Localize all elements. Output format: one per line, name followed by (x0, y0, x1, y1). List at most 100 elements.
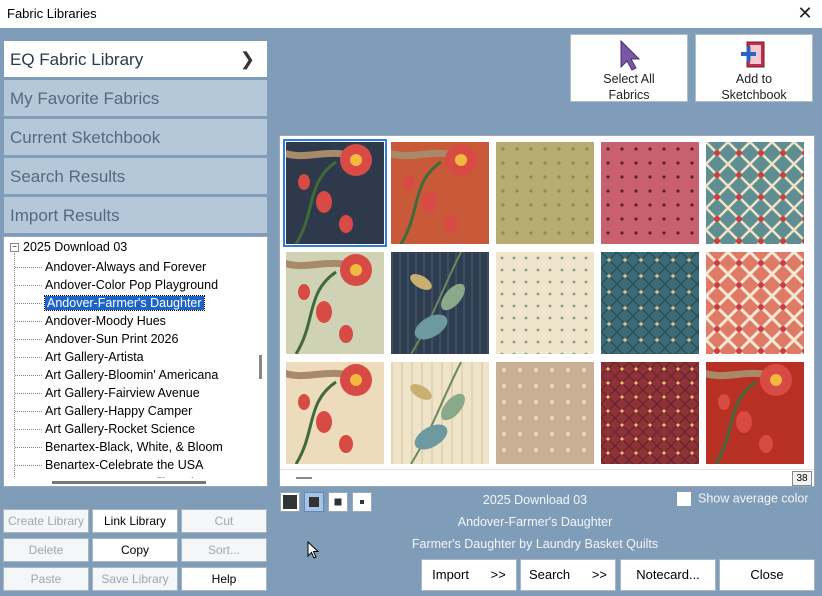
sort-button[interactable]: Sort... (181, 538, 267, 562)
add-sketchbook-icon (737, 39, 771, 74)
search-button[interactable]: Search >> (520, 559, 616, 591)
tree-connector (15, 303, 42, 304)
tree-connector (15, 465, 42, 466)
library-search-results[interactable]: Search Results (3, 157, 268, 195)
fabric-swatch[interactable] (496, 142, 594, 244)
mouse-cursor-icon (307, 540, 321, 566)
add-to-sketchbook-button[interactable]: Add to Sketchbook (695, 34, 813, 102)
collection-name: 2025 Download 03 (482, 493, 588, 507)
fabric-swatch[interactable] (601, 362, 699, 464)
library-name: Andover-Farmer's Daughter (457, 515, 613, 529)
link-library-button[interactable]: Link Library (92, 509, 178, 533)
fabric-swatch[interactable] (384, 142, 489, 245)
library-label: EQ Fabric Library (10, 50, 144, 69)
import-button[interactable]: Import >> (421, 559, 517, 591)
tree-item[interactable]: Art Gallery-Happy Camper (4, 402, 254, 420)
square-icon (309, 497, 319, 507)
tree-connector (15, 357, 42, 358)
window-title: Fabric Libraries (7, 6, 97, 21)
fabric-swatch[interactable] (706, 142, 804, 244)
copy-button[interactable]: Copy (92, 538, 178, 562)
scroll-thumb[interactable] (259, 355, 262, 379)
library-my-favorite-fabrics[interactable]: My Favorite Fabrics (3, 79, 268, 117)
size-small-toggle[interactable] (352, 492, 372, 512)
tree-item[interactable]: Benartex-Black, White, & Bloom (4, 438, 254, 456)
fabric-grid[interactable]: 38 (279, 135, 815, 487)
grid-horizontal-scrollbar[interactable]: 38 (280, 469, 814, 486)
tree-root[interactable]: −2025 Download 03 (10, 240, 127, 254)
tree-item-label: Andover-Always and Forever (45, 260, 207, 274)
show-average-color-label: Show average color (698, 491, 809, 506)
title-bar: Fabric Libraries ✕ (0, 0, 822, 28)
size-large-toggle[interactable] (304, 492, 324, 512)
scroll-thumb[interactable] (52, 481, 206, 484)
fabric-swatch[interactable] (391, 361, 489, 465)
tree-item-label: Art Gallery-Rocket Science (45, 422, 196, 436)
add-sketchbook-line2: Sketchbook (721, 88, 787, 102)
library-current-sketchbook[interactable]: Current Sketchbook (3, 118, 268, 156)
show-average-color[interactable]: Show average color (676, 491, 808, 507)
library-label: Import Results (10, 206, 120, 225)
tree-connector (15, 321, 42, 322)
tree-item[interactable]: Andover-Always and Forever (4, 258, 254, 276)
tree-item-label: Benartex-Black, White, & Bloom (45, 440, 223, 454)
tree-root-label: 2025 Download 03 (23, 240, 128, 254)
tree-item[interactable]: Andover-Sun Print 2026 (4, 330, 254, 348)
fabric-swatch[interactable] (699, 362, 804, 465)
tree-item-label: Benartex-Celebrate the USA (45, 458, 204, 472)
library-import-results[interactable]: Import Results (3, 196, 268, 234)
fabric-swatch[interactable] (391, 251, 489, 355)
library-label: Search Results (10, 167, 126, 186)
collapse-icon[interactable]: − (10, 243, 19, 253)
tree-item[interactable]: Art Gallery-Fairview Avenue (4, 384, 254, 402)
tree-connector (15, 267, 42, 268)
tree-item-label: Art Gallery-Artista (45, 350, 144, 364)
square-icon (334, 498, 342, 506)
tree-item-label: Art Gallery-Fairview Avenue (45, 386, 200, 400)
size-xlarge-toggle[interactable] (280, 492, 300, 512)
save-library-button[interactable]: Save Library (92, 567, 178, 591)
fabric-swatch[interactable] (279, 362, 384, 465)
close-button[interactable]: Close (719, 559, 815, 591)
tree-item[interactable]: Art Gallery-Bloomin' Americana (4, 366, 254, 384)
select-all-line1: Select All (603, 72, 655, 86)
tree-item-label: Art Gallery-Happy Camper (45, 404, 193, 418)
square-icon (283, 495, 297, 509)
paste-button[interactable]: Paste (3, 567, 89, 591)
fabric-swatch[interactable] (601, 252, 699, 354)
tree-horizontal-scrollbar[interactable] (4, 478, 267, 486)
notecard-button[interactable]: Notecard... (620, 559, 716, 591)
fabric-swatch[interactable] (706, 252, 804, 354)
fabric-swatch[interactable] (601, 142, 699, 244)
tree-item[interactable]: Art Gallery-Artista (4, 348, 254, 366)
create-library-button[interactable]: Create Library (3, 509, 89, 533)
tree-item[interactable]: Benartex-Celebrate the USA (4, 456, 254, 474)
tree-item[interactable]: Andover-Moody Hues (4, 312, 254, 330)
show-average-color-checkbox[interactable] (676, 491, 692, 507)
library-tree[interactable]: −2025 Download 03 Andover-Always and For… (3, 236, 268, 487)
library-label: My Favorite Fabrics (10, 89, 160, 108)
size-medium-toggle[interactable] (328, 492, 348, 512)
tree-item-list: Andover-Always and Forever Andover-Color … (4, 258, 254, 486)
tree-item[interactable]: Art Gallery-Rocket Science (4, 420, 254, 438)
fabric-swatch[interactable] (496, 252, 594, 354)
tree-item[interactable]: Andover-Farmer's Daughter (4, 294, 254, 312)
fabric-swatch[interactable] (496, 362, 594, 464)
fabric-swatch[interactable] (279, 252, 384, 355)
scroll-thumb[interactable] (296, 477, 312, 479)
library-eq-fabric[interactable]: EQ Fabric Library ❯ (3, 40, 268, 78)
help-button[interactable]: Help (181, 567, 267, 591)
close-icon[interactable]: ✕ (794, 2, 816, 24)
fabric-swatch[interactable] (279, 139, 387, 247)
tree-item-label: Art Gallery-Bloomin' Americana (45, 368, 219, 382)
cut-button[interactable]: Cut (181, 509, 267, 533)
tree-vertical-scrollbar[interactable] (253, 237, 267, 486)
delete-button[interactable]: Delete (3, 538, 89, 562)
cursor-select-icon (612, 39, 646, 74)
tree-item[interactable]: Andover-Color Pop Playground (4, 276, 254, 294)
tree-connector (15, 339, 42, 340)
fabric-description: Farmer's Daughter by Laundry Basket Quil… (411, 537, 659, 551)
tree-connector (15, 447, 42, 448)
chevron-right-icon: ❯ (239, 49, 255, 69)
select-all-fabrics-button[interactable]: Select All Fabrics (570, 34, 688, 102)
